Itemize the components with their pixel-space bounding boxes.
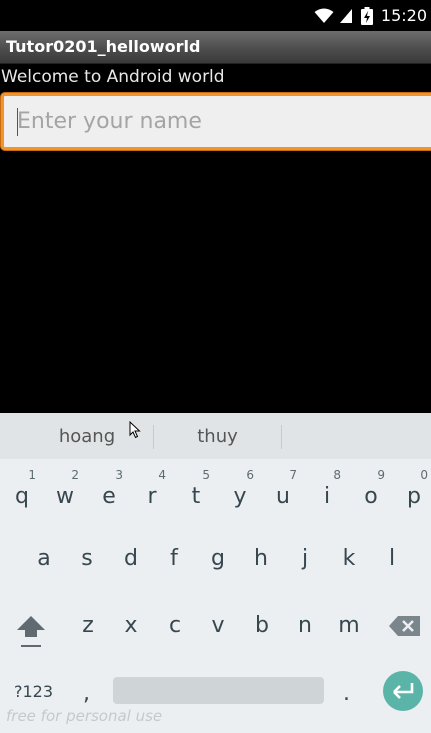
- wifi-icon: [314, 8, 334, 23]
- key-h[interactable]: h: [241, 531, 281, 587]
- key-label: d: [124, 546, 138, 571]
- name-input[interactable]: [4, 96, 431, 147]
- key-label: t: [191, 484, 201, 509]
- key-u[interactable]: 7u: [263, 463, 303, 519]
- key-label: k: [342, 546, 356, 571]
- key-r[interactable]: 4r: [132, 463, 172, 519]
- comma-key[interactable]: ,: [83, 681, 90, 706]
- soft-keyboard: hoang thuy 1q 2w 3e 4r 5t 6y 7u 8i 9o 0p…: [0, 413, 431, 733]
- suggestion-3[interactable]: [282, 413, 431, 459]
- key-label: s: [81, 546, 93, 571]
- key-label: v: [211, 613, 225, 638]
- key-a[interactable]: a: [24, 531, 64, 587]
- key-label: m: [338, 613, 360, 638]
- suggestion-strip: hoang thuy: [0, 413, 431, 459]
- key-label: j: [301, 546, 309, 571]
- key-l[interactable]: l: [372, 531, 412, 587]
- space-bar[interactable]: [113, 677, 324, 704]
- key-o[interactable]: 9o: [351, 463, 391, 519]
- key-d[interactable]: d: [111, 531, 151, 587]
- welcome-text: Welcome to Android world: [1, 67, 225, 87]
- symbols-key[interactable]: ?123: [14, 682, 53, 701]
- text-caret: [17, 108, 18, 136]
- enter-arrow-icon: [393, 683, 414, 699]
- key-i[interactable]: 8i: [307, 463, 347, 519]
- key-hint: 6: [246, 468, 254, 482]
- key-label: q: [15, 484, 29, 509]
- key-m[interactable]: m: [329, 598, 369, 654]
- key-v[interactable]: v: [198, 598, 238, 654]
- key-hint: 7: [289, 468, 297, 482]
- period-key[interactable]: .: [343, 681, 350, 706]
- status-bar: 15:20: [0, 0, 431, 31]
- key-label: h: [254, 546, 268, 571]
- key-label: z: [82, 613, 94, 638]
- key-n[interactable]: n: [285, 598, 325, 654]
- name-input-container[interactable]: [1, 93, 431, 150]
- enter-key[interactable]: [383, 671, 423, 711]
- key-w[interactable]: 2w: [45, 463, 85, 519]
- key-q[interactable]: 1q: [2, 463, 42, 519]
- key-hint: 2: [71, 468, 79, 482]
- delete-key[interactable]: [388, 613, 422, 639]
- suggestion-2[interactable]: thuy: [154, 413, 281, 459]
- shift-key[interactable]: [12, 609, 52, 653]
- key-hint: 5: [202, 468, 210, 482]
- backspace-icon: [389, 616, 420, 636]
- key-label: o: [364, 484, 378, 509]
- key-g[interactable]: g: [198, 531, 238, 587]
- key-label: u: [276, 484, 290, 509]
- key-label: l: [388, 546, 396, 571]
- key-s[interactable]: s: [67, 531, 107, 587]
- key-e[interactable]: 3e: [89, 463, 129, 519]
- key-hint: 3: [115, 468, 123, 482]
- key-label: g: [211, 546, 225, 571]
- key-t[interactable]: 5t: [176, 463, 216, 519]
- shift-icon: [17, 616, 45, 647]
- key-label: e: [102, 484, 116, 509]
- key-f[interactable]: f: [154, 531, 194, 587]
- key-z[interactable]: z: [68, 598, 108, 654]
- key-hint: 1: [28, 468, 36, 482]
- key-label: w: [56, 484, 74, 509]
- watermark: free for personal use: [6, 707, 163, 725]
- key-b[interactable]: b: [242, 598, 282, 654]
- mouse-pointer-icon: [129, 421, 141, 439]
- key-hint: 4: [158, 468, 166, 482]
- key-p[interactable]: 0p: [394, 463, 431, 519]
- key-hint: 9: [377, 468, 385, 482]
- key-label: f: [170, 546, 178, 571]
- key-label: n: [298, 613, 312, 638]
- key-k[interactable]: k: [329, 531, 369, 587]
- battery-charging-icon: [360, 6, 373, 25]
- key-label: y: [233, 484, 247, 509]
- app-title: Tutor0201_helloworld: [6, 37, 201, 56]
- cell-signal-icon: [339, 8, 352, 23]
- key-y[interactable]: 6y: [220, 463, 260, 519]
- key-hint: 8: [333, 468, 341, 482]
- key-j[interactable]: j: [285, 531, 325, 587]
- key-label: p: [407, 484, 421, 509]
- key-label: r: [147, 484, 157, 509]
- key-x[interactable]: x: [111, 598, 151, 654]
- key-hint: 0: [420, 468, 428, 482]
- action-bar: Tutor0201_helloworld: [0, 31, 431, 64]
- key-label: b: [255, 613, 269, 638]
- key-label: c: [168, 613, 182, 638]
- key-label: x: [124, 613, 138, 638]
- key-label: a: [37, 546, 51, 571]
- status-clock: 15:20: [380, 6, 427, 25]
- key-label: i: [323, 484, 331, 509]
- key-c[interactable]: c: [155, 598, 195, 654]
- status-icons: 15:20: [314, 0, 431, 31]
